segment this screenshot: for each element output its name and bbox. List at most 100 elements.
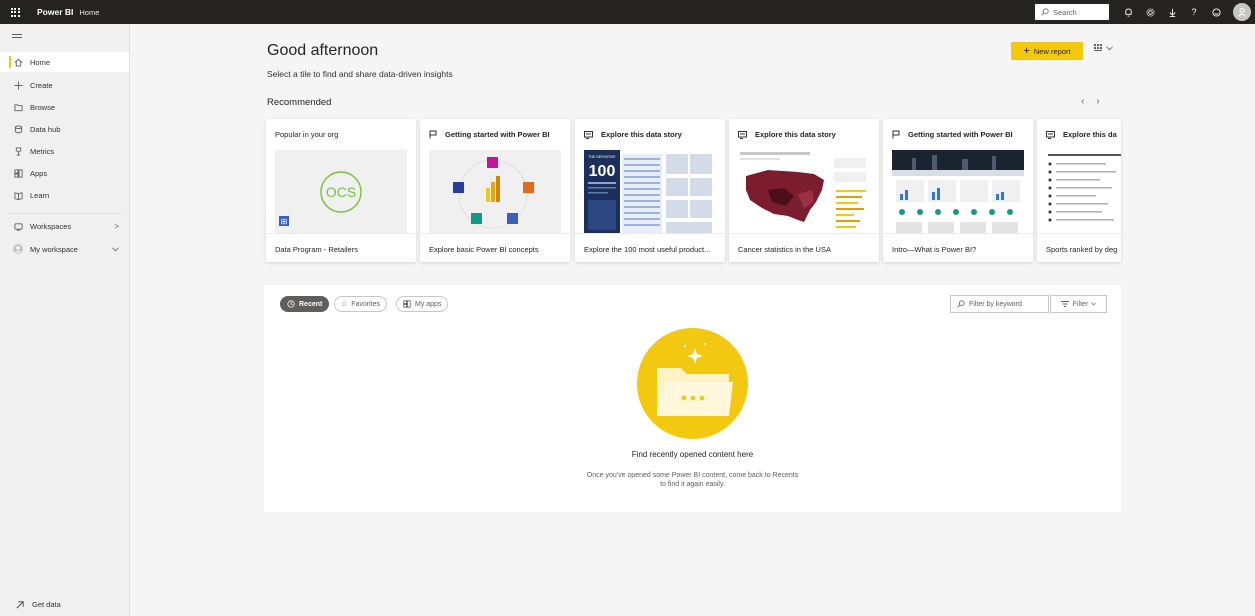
card-header: Getting started with Power BI — [892, 130, 1027, 139]
card-thumbnail — [1046, 150, 1121, 239]
user-icon — [1238, 8, 1246, 17]
card-title: Sports ranked by deg — [1037, 233, 1121, 262]
left-nav: Home Create Browse Data hub Metrics Apps — [0, 24, 130, 616]
sidebar-item-home[interactable]: Home — [0, 52, 129, 72]
filter-keyword-input[interactable]: Filter by keyword — [950, 295, 1049, 313]
recommended-heading: Recommended — [267, 97, 332, 108]
card-thumbnail: OCS ⊞ — [275, 150, 407, 239]
card-header-text: Getting started with Power BI — [908, 130, 1013, 139]
tab-label: My apps — [415, 300, 442, 308]
story-icon — [738, 130, 747, 139]
view-toggle-button[interactable] — [1094, 44, 1113, 52]
card-header-text: Explore this da — [1063, 130, 1117, 139]
sidebar-item-metrics[interactable]: Metrics — [0, 141, 129, 161]
plus-icon — [13, 80, 23, 90]
sidebar-item-label: Learn — [30, 190, 50, 200]
recommended-card[interactable]: Explore this data story THE DEFINITIVE 1… — [575, 119, 725, 262]
search-icon — [1041, 8, 1049, 16]
sidebar-item-learn[interactable]: Learn — [0, 185, 129, 205]
star-icon: ☆ — [341, 301, 348, 308]
card-header: Popular in your org — [275, 130, 410, 139]
sidebar-item-data-hub[interactable]: Data hub — [0, 119, 129, 139]
tab-label: Favorites — [351, 300, 381, 308]
search-input[interactable]: Search — [1035, 4, 1109, 20]
card-header-text: Getting started with Power BI — [445, 130, 550, 139]
flag-icon — [429, 130, 437, 139]
search-placeholder: Search — [1053, 7, 1077, 17]
sidebar-item-label: Metrics — [30, 146, 55, 156]
card-title: Explore the 100 most useful product... — [575, 233, 725, 262]
waffle-icon — [10, 7, 20, 17]
apps-icon — [403, 300, 411, 308]
empty-state-title: Find recently opened content here — [631, 450, 754, 459]
filter-placeholder: Filter by keyword — [969, 300, 1022, 308]
recommended-card[interactable]: Explore this da Sports ranked by deg — [1037, 119, 1121, 262]
tab-recent[interactable]: Recent — [280, 296, 330, 312]
sidebar-item-label: Apps — [30, 168, 48, 178]
help-button[interactable]: ? — [1183, 0, 1205, 24]
chevron-left-icon[interactable]: ‹ — [1081, 96, 1096, 107]
card-thumbnail: THE DEFINITIVE 100 — [584, 150, 716, 239]
filter-label: Filter — [1072, 300, 1089, 308]
get-data-button[interactable]: Get data — [16, 600, 61, 609]
recommended-card[interactable]: Popular in your org OCS ⊞ Data Program -… — [266, 119, 416, 262]
workspaces-icon — [13, 221, 23, 231]
page-title: Good afternoon — [267, 42, 379, 59]
database-icon — [13, 124, 23, 134]
card-thumbnail — [892, 150, 1024, 239]
user-avatar-icon — [13, 244, 23, 254]
sidebar-item-label: Workspaces — [30, 221, 72, 231]
bell-icon — [1124, 7, 1132, 17]
recent-panel: Recent ☆ Favorites My apps Filter by key… — [264, 285, 1121, 512]
chevron-down-icon — [1106, 45, 1113, 50]
notifications-button[interactable] — [1117, 0, 1139, 24]
card-header: Explore this data story — [584, 130, 719, 139]
gear-icon — [1145, 7, 1155, 17]
account-avatar[interactable] — [1233, 3, 1251, 21]
sidebar-item-create[interactable]: Create — [0, 75, 129, 95]
chevron-down-icon — [1091, 302, 1097, 306]
card-header-text: Explore this data story — [755, 130, 836, 139]
filter-button[interactable]: Filter — [1050, 295, 1107, 313]
carousel-nav: ‹› — [1081, 96, 1112, 107]
get-data-label: Get data — [32, 600, 61, 609]
empty-state-illustration — [637, 328, 748, 439]
search-icon — [957, 300, 965, 308]
app-launcher-button[interactable] — [0, 0, 30, 24]
top-bar: Power BI Home Search ? — [0, 0, 1255, 24]
new-report-button[interactable]: + New report — [1011, 42, 1083, 60]
sidebar-item-workspaces[interactable]: Workspaces > — [0, 216, 129, 236]
home-icon — [13, 57, 23, 67]
download-icon — [1168, 8, 1176, 17]
recommended-card[interactable]: Explore this data story Cancer statistic… — [729, 119, 879, 262]
card-title: Intro—What is Power BI? — [883, 233, 1033, 262]
filter-icon — [1060, 301, 1069, 307]
chevron-down-icon — [112, 245, 119, 254]
smiley-icon — [1211, 7, 1221, 17]
story-icon — [1046, 130, 1055, 139]
tab-my-apps[interactable]: My apps — [396, 296, 449, 312]
card-title: Explore basic Power BI concepts — [420, 233, 570, 262]
sidebar-item-apps[interactable]: Apps — [0, 163, 129, 183]
download-button[interactable] — [1161, 0, 1183, 24]
recommended-card[interactable]: Getting started with Power BI Intro—What… — [883, 119, 1033, 262]
sidebar-item-my-workspace[interactable]: My workspace — [0, 239, 129, 259]
tab-favorites[interactable]: ☆ Favorites — [334, 296, 388, 312]
chevron-right-icon[interactable]: › — [1096, 96, 1111, 107]
clock-icon — [287, 300, 295, 308]
question-icon: ? — [1191, 7, 1197, 17]
settings-button[interactable] — [1139, 0, 1161, 24]
card-title: Data Program - Retailers — [266, 233, 416, 262]
empty-state-description: Once you've opened some Power BI content… — [264, 471, 1121, 489]
recommended-card[interactable]: Getting started with Power BI Explore ba… — [420, 119, 570, 262]
feedback-button[interactable] — [1205, 0, 1227, 24]
empty-state-line: to find it again easily. — [660, 481, 725, 488]
new-report-label: New report — [1033, 46, 1071, 56]
brand-name[interactable]: Power BI — [37, 7, 73, 17]
card-header: Explore this data story — [738, 130, 873, 139]
sidebar-item-label: Browse — [30, 102, 56, 112]
apps-icon — [13, 168, 23, 178]
sidebar-item-browse[interactable]: Browse — [0, 97, 129, 117]
breadcrumb: Home — [79, 7, 100, 17]
hamburger-icon[interactable] — [12, 34, 22, 40]
